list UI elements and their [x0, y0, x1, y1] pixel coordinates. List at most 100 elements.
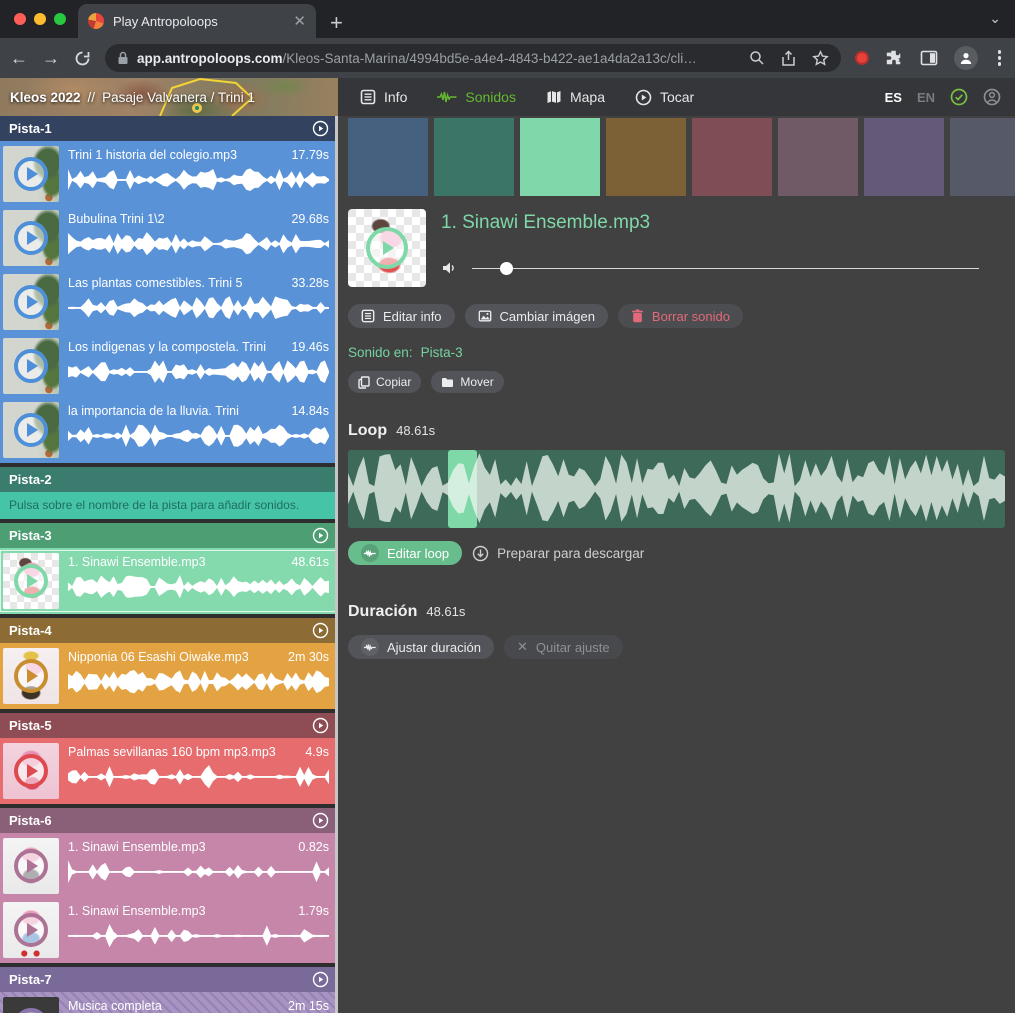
track-header-pista-6[interactable]: Pista-6: [0, 808, 338, 833]
reload-button[interactable]: [74, 50, 91, 67]
sound-thumbnail[interactable]: [3, 146, 59, 202]
track-play-icon[interactable]: [312, 971, 329, 988]
sound-row[interactable]: Nipponia 06 Esashi Oiwake.mp32m 30s: [0, 645, 338, 707]
sound-row[interactable]: Trini 1 historia del colegio.mp317.79s: [0, 143, 338, 205]
copy-button[interactable]: Copiar: [348, 371, 421, 393]
app-header: Kleos 2022 // Pasaje Valvanera / Trini 1…: [0, 78, 1015, 116]
play-icon[interactable]: [366, 227, 408, 269]
swatch-pista-5[interactable]: [692, 118, 772, 196]
bookmark-star-icon[interactable]: [812, 50, 829, 67]
swatch-pista-6[interactable]: [778, 118, 858, 196]
sound-thumbnail[interactable]: [3, 743, 59, 799]
sound-row[interactable]: Musica completa2m 15s: [0, 994, 338, 1013]
new-tab-button[interactable]: +: [330, 8, 343, 38]
sound-row[interactable]: la importancia de la lluvia. Trini14.84s: [0, 399, 338, 461]
track-link[interactable]: Pista-3: [421, 345, 463, 360]
sound-row[interactable]: Palmas sevillanas 160 bpm mp3.mp34.9s: [0, 740, 338, 802]
track-header-pista-7[interactable]: Pista-7: [0, 967, 338, 992]
sound-thumbnail[interactable]: [3, 553, 59, 609]
swatch-pista-4[interactable]: [606, 118, 686, 196]
extensions-puzzle-icon[interactable]: [885, 49, 904, 68]
track-header-pista-4[interactable]: Pista-4: [0, 618, 338, 643]
breadcrumb-page[interactable]: Pasaje Valvanera / Trini 1: [102, 90, 255, 105]
sound-row[interactable]: Los indigenas y la compostela. Trini19.4…: [0, 335, 338, 397]
track-play-icon[interactable]: [312, 717, 329, 734]
url-text: app.antropoloops.com/Kleos-Santa-Marina/…: [137, 51, 741, 66]
sound-detail-thumbnail[interactable]: [348, 209, 426, 287]
side-panel-icon[interactable]: [920, 49, 938, 67]
sound-thumbnail[interactable]: [3, 402, 59, 458]
volume-slider-knob[interactable]: [500, 262, 513, 275]
sound-thumbnail[interactable]: [3, 338, 59, 394]
tab-tocar[interactable]: Tocar: [635, 89, 694, 106]
sound-waveform: [68, 764, 329, 790]
zoom-window-button[interactable]: [54, 13, 66, 25]
track-header-pista-1[interactable]: Pista-1: [0, 116, 338, 141]
sound-thumbnail[interactable]: [3, 210, 59, 266]
sound-row[interactable]: Las plantas comestibles. Trini 533.28s: [0, 271, 338, 333]
tab-search-chevron-icon[interactable]: ⌄: [989, 10, 1001, 27]
sound-row-selected[interactable]: 1. Sinawi Ensemble.mp348.61s: [0, 550, 338, 612]
edit-loop-button[interactable]: Editar loop: [348, 541, 462, 565]
sound-row[interactable]: Bubulina Trini 1\229.68s: [0, 207, 338, 269]
back-button[interactable]: ←: [10, 49, 28, 67]
sound-duration: 2m 30s: [288, 650, 329, 664]
swatch-pista-8[interactable]: [950, 118, 1015, 196]
swatch-pista-7[interactable]: [864, 118, 944, 196]
track-header-pista-5[interactable]: Pista-5: [0, 713, 338, 738]
minimize-window-button[interactable]: [34, 13, 46, 25]
duration-actions: Ajustar duración ✕ Quitar ajuste: [348, 635, 1005, 659]
swatch-pista-2[interactable]: [434, 118, 514, 196]
tab-info[interactable]: Info: [360, 89, 407, 105]
download-icon: [472, 545, 489, 562]
lang-en-button[interactable]: EN: [917, 90, 935, 105]
prepare-download-button[interactable]: Preparar para descargar: [472, 545, 644, 562]
sound-duration: 14.84s: [291, 404, 329, 418]
remove-adjust-button[interactable]: ✕ Quitar ajuste: [504, 635, 623, 659]
sound-thumbnail[interactable]: [3, 902, 59, 958]
loop-waveform[interactable]: [348, 450, 1005, 528]
track-play-icon[interactable]: [312, 622, 329, 639]
browser-menu-kebab-icon[interactable]: [994, 50, 1006, 66]
forward-button[interactable]: →: [42, 49, 60, 67]
swatch-pista-3-active[interactable]: [520, 118, 600, 196]
profile-avatar[interactable]: [954, 46, 978, 70]
track-header-pista-2[interactable]: Pista-2: [0, 467, 338, 492]
play-icon: [14, 1008, 48, 1013]
url-bar[interactable]: app.antropoloops.com/Kleos-Santa-Marina/…: [105, 44, 841, 72]
track-header-pista-3[interactable]: Pista-3: [0, 523, 338, 548]
change-image-button[interactable]: Cambiar imágen: [465, 304, 608, 328]
sound-thumbnail[interactable]: [3, 838, 59, 894]
sound-row[interactable]: 1. Sinawi Ensemble.mp30.82s: [0, 835, 338, 897]
edit-info-button[interactable]: Editar info: [348, 304, 455, 328]
sound-duration: 17.79s: [291, 148, 329, 162]
loop-actions: Editar loop Preparar para descargar: [348, 541, 1005, 565]
move-button[interactable]: Mover: [431, 371, 503, 393]
delete-sound-button[interactable]: Borrar sonido: [618, 304, 743, 328]
sound-thumbnail[interactable]: [3, 997, 59, 1013]
track-play-icon[interactable]: [312, 120, 329, 137]
sound-thumbnail[interactable]: [3, 648, 59, 704]
breadcrumb-project[interactable]: Kleos 2022: [10, 90, 81, 105]
browser-tab[interactable]: Play Antropoloops ✕: [78, 4, 316, 38]
track-play-icon[interactable]: [312, 812, 329, 829]
sound-row[interactable]: 1. Sinawi Ensemble.mp31.79s: [0, 899, 338, 961]
tracks-sidebar: Pista-1 Trini 1 historia del colegio.mp3…: [0, 116, 338, 1013]
close-tab-icon[interactable]: ✕: [293, 14, 306, 29]
track-play-icon[interactable]: [312, 527, 329, 544]
swatch-pista-1[interactable]: [348, 118, 428, 196]
map-breadcrumb-strip[interactable]: Kleos 2022 // Pasaje Valvanera / Trini 1: [0, 78, 338, 116]
waveform-icon: [361, 638, 379, 656]
lang-es-button[interactable]: ES: [885, 90, 902, 105]
tab-sonidos[interactable]: Sonidos: [437, 89, 516, 105]
adjust-duration-button[interactable]: Ajustar duración: [348, 635, 494, 659]
recording-indicator-icon[interactable]: [855, 51, 869, 65]
account-icon[interactable]: [983, 88, 1001, 106]
share-icon[interactable]: [781, 50, 796, 67]
close-window-button[interactable]: [14, 13, 26, 25]
play-icon: [14, 221, 48, 255]
zoom-page-icon[interactable]: [749, 50, 765, 66]
sound-thumbnail[interactable]: [3, 274, 59, 330]
volume-slider[interactable]: [472, 262, 979, 275]
tab-mapa[interactable]: Mapa: [546, 89, 605, 105]
